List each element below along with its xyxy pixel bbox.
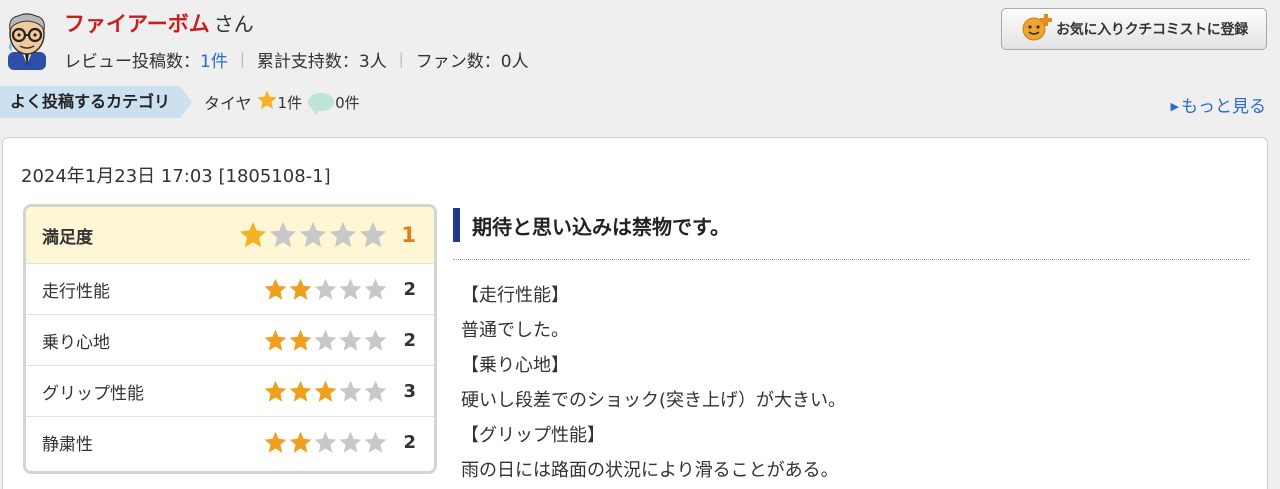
- rating-row-ride-comfort: 乗り心地 2: [26, 314, 434, 365]
- star-filled-icon: [289, 380, 312, 402]
- add-favorite-reviewer-button[interactable]: お気に入りクチコミストに登録: [1001, 8, 1267, 50]
- star-empty-icon: [329, 221, 357, 248]
- rating-score: 2: [403, 278, 416, 300]
- star-filled-icon: [289, 431, 312, 453]
- support-count-value: 3人: [358, 51, 387, 72]
- rating-label: 走行性能: [42, 281, 110, 302]
- star-empty-icon: [269, 221, 297, 248]
- stats-separator: |: [398, 50, 404, 68]
- rating-stars: [263, 277, 388, 302]
- review-body-line: 【グリップ性能】: [461, 425, 605, 446]
- title-divider: [453, 259, 1249, 260]
- review-date: 2024年1月23日 17:03 [1805108-1]: [21, 166, 331, 187]
- add-favorite-label: お気に入りクチコミストに登録: [1056, 22, 1248, 38]
- star-empty-icon: [339, 431, 362, 453]
- star-icon: [256, 89, 278, 115]
- more-link-label: もっと見る: [1181, 97, 1266, 117]
- fan-count-label: ファン数：: [415, 51, 501, 72]
- review-count-link[interactable]: 1件: [200, 47, 228, 72]
- category-star-count: 1件: [277, 93, 303, 112]
- title-accent-bar: [453, 208, 460, 242]
- review-body: 【走行性能】 普通でした。 【乗り心地】 硬いし段差でのショック(突き上げ）が大…: [461, 278, 1251, 488]
- rating-score: 2: [403, 431, 416, 453]
- comment-bubble-icon: [308, 93, 335, 115]
- review-body-line: 【乗り心地】: [461, 355, 569, 376]
- star-empty-icon: [299, 221, 327, 248]
- star-empty-icon: [339, 380, 362, 402]
- star-empty-icon: [364, 278, 387, 300]
- user-name-link[interactable]: ファイアーボム: [64, 8, 210, 38]
- star-filled-icon: [264, 431, 287, 453]
- star-empty-icon: [314, 329, 337, 351]
- user-name-row: ファイアーボム さん: [64, 8, 254, 42]
- star-filled-icon: [264, 329, 287, 351]
- star-empty-icon: [339, 329, 362, 351]
- rating-row-satisfaction: 満足度 1: [26, 207, 434, 263]
- rating-label: 満足度: [42, 227, 93, 248]
- review-panel: 2024年1月23日 17:03 [1805108-1] 満足度 1 走行性能 …: [2, 137, 1268, 489]
- review-title-text: 期待と思い込みは禁物です。: [472, 214, 730, 239]
- frequent-categories: よく投稿するカテゴリ タイヤ 1件 0件: [0, 86, 366, 118]
- star-filled-icon: [289, 278, 312, 300]
- rating-table: 満足度 1 走行性能 2 乗り心地 2 グリップ性能 3 静粛性 2: [23, 204, 437, 474]
- star-empty-icon: [364, 431, 387, 453]
- rating-stars: [238, 220, 388, 250]
- rating-label: 静粛性: [42, 434, 93, 455]
- star-empty-icon: [359, 221, 387, 248]
- rating-row-driving: 走行性能 2: [26, 263, 434, 314]
- frequent-categories-tag: よく投稿するカテゴリ: [0, 86, 193, 118]
- review-body-line: 雨の日には路面の状況により滑ることがある。: [461, 460, 839, 481]
- star-filled-icon: [314, 380, 337, 402]
- review-title: 期待と思い込みは禁物です。: [453, 208, 1249, 242]
- star-filled-icon: [264, 380, 287, 402]
- rating-score: 2: [403, 329, 416, 351]
- rating-stars: [263, 328, 388, 353]
- star-empty-icon: [314, 431, 337, 453]
- user-stats: レビュー投稿数： 1件 | 累計支持数： 3人 | ファン数： 0人: [64, 46, 529, 72]
- smiley-plus-icon: [1020, 12, 1054, 46]
- category-comment-count: 0件: [335, 93, 360, 112]
- fan-count-value: 0人: [500, 51, 529, 72]
- star-empty-icon: [314, 278, 337, 300]
- user-name-suffix: さん: [213, 12, 254, 36]
- review-body-line: 【走行性能】: [461, 285, 569, 306]
- review-body-line: 硬いし段差でのショック(突き上げ）が大きい。: [461, 390, 847, 411]
- user-avatar[interactable]: [2, 8, 52, 70]
- category-tire-link[interactable]: タイヤ: [204, 90, 252, 114]
- review-body-line: 普通でした。: [461, 320, 569, 341]
- rating-row-grip: グリップ性能 3: [26, 365, 434, 416]
- rating-row-quietness: 静粛性 2: [26, 416, 434, 467]
- rating-label: 乗り心地: [42, 332, 110, 353]
- rating-stars: [263, 430, 388, 455]
- star-empty-icon: [364, 329, 387, 351]
- star-filled-icon: [239, 221, 267, 248]
- rating-score: 3: [403, 380, 416, 402]
- star-empty-icon: [364, 380, 387, 402]
- support-count-label: 累計支持数：: [256, 51, 359, 72]
- more-link[interactable]: ▶ もっと見る: [1171, 92, 1266, 117]
- star-empty-icon: [339, 278, 362, 300]
- rating-score: 1: [401, 223, 416, 247]
- stats-separator: |: [239, 50, 245, 68]
- star-filled-icon: [289, 329, 312, 351]
- review-count-label: レビュー投稿数：: [64, 51, 200, 72]
- star-filled-icon: [264, 278, 287, 300]
- rating-stars: [263, 379, 388, 404]
- rating-label: グリップ性能: [42, 383, 144, 404]
- triangle-right-icon: ▶: [1170, 100, 1179, 113]
